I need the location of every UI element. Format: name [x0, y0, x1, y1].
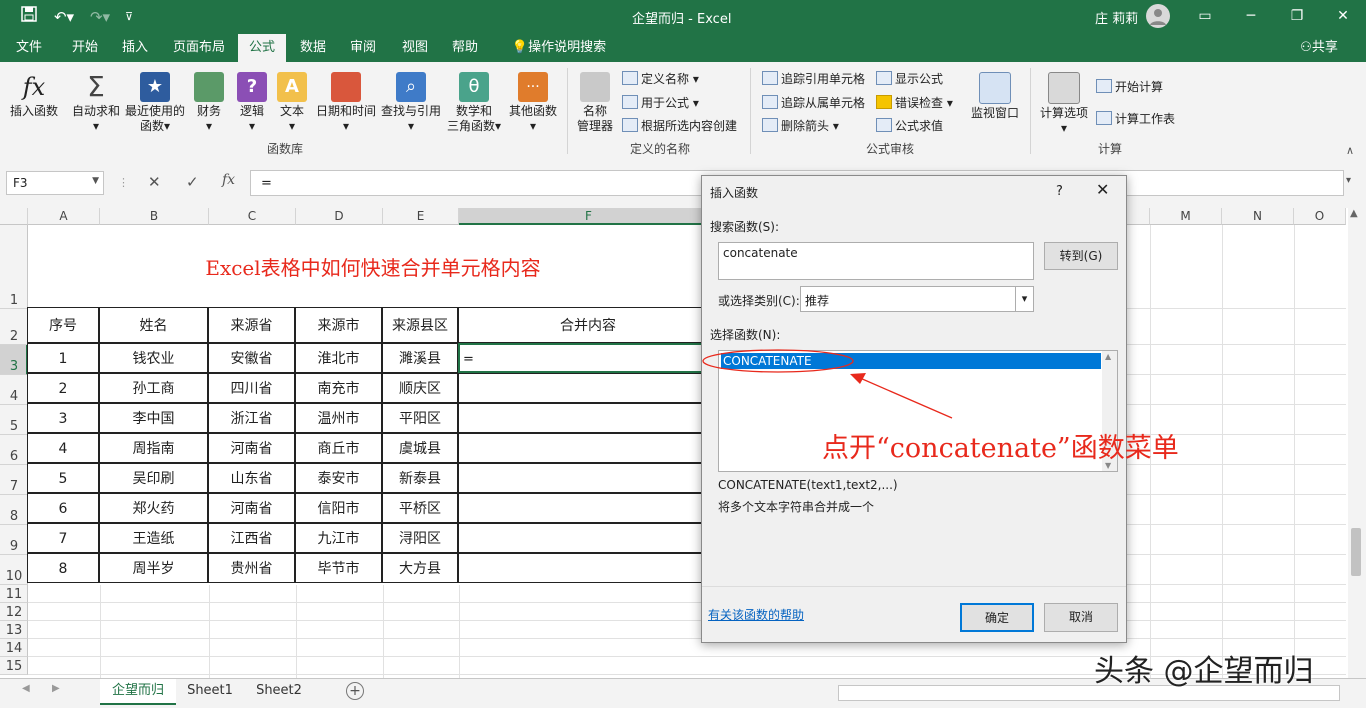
highlight-ellipse: [702, 349, 854, 373]
arrow-head-icon: [850, 373, 866, 384]
annotation-arrow: [859, 377, 953, 419]
watermark: 头条 @企望而归: [1094, 654, 1314, 689]
annotation-overlay: [702, 349, 953, 419]
annotation-text: 点开“concatenate”函数菜单: [822, 433, 1179, 464]
